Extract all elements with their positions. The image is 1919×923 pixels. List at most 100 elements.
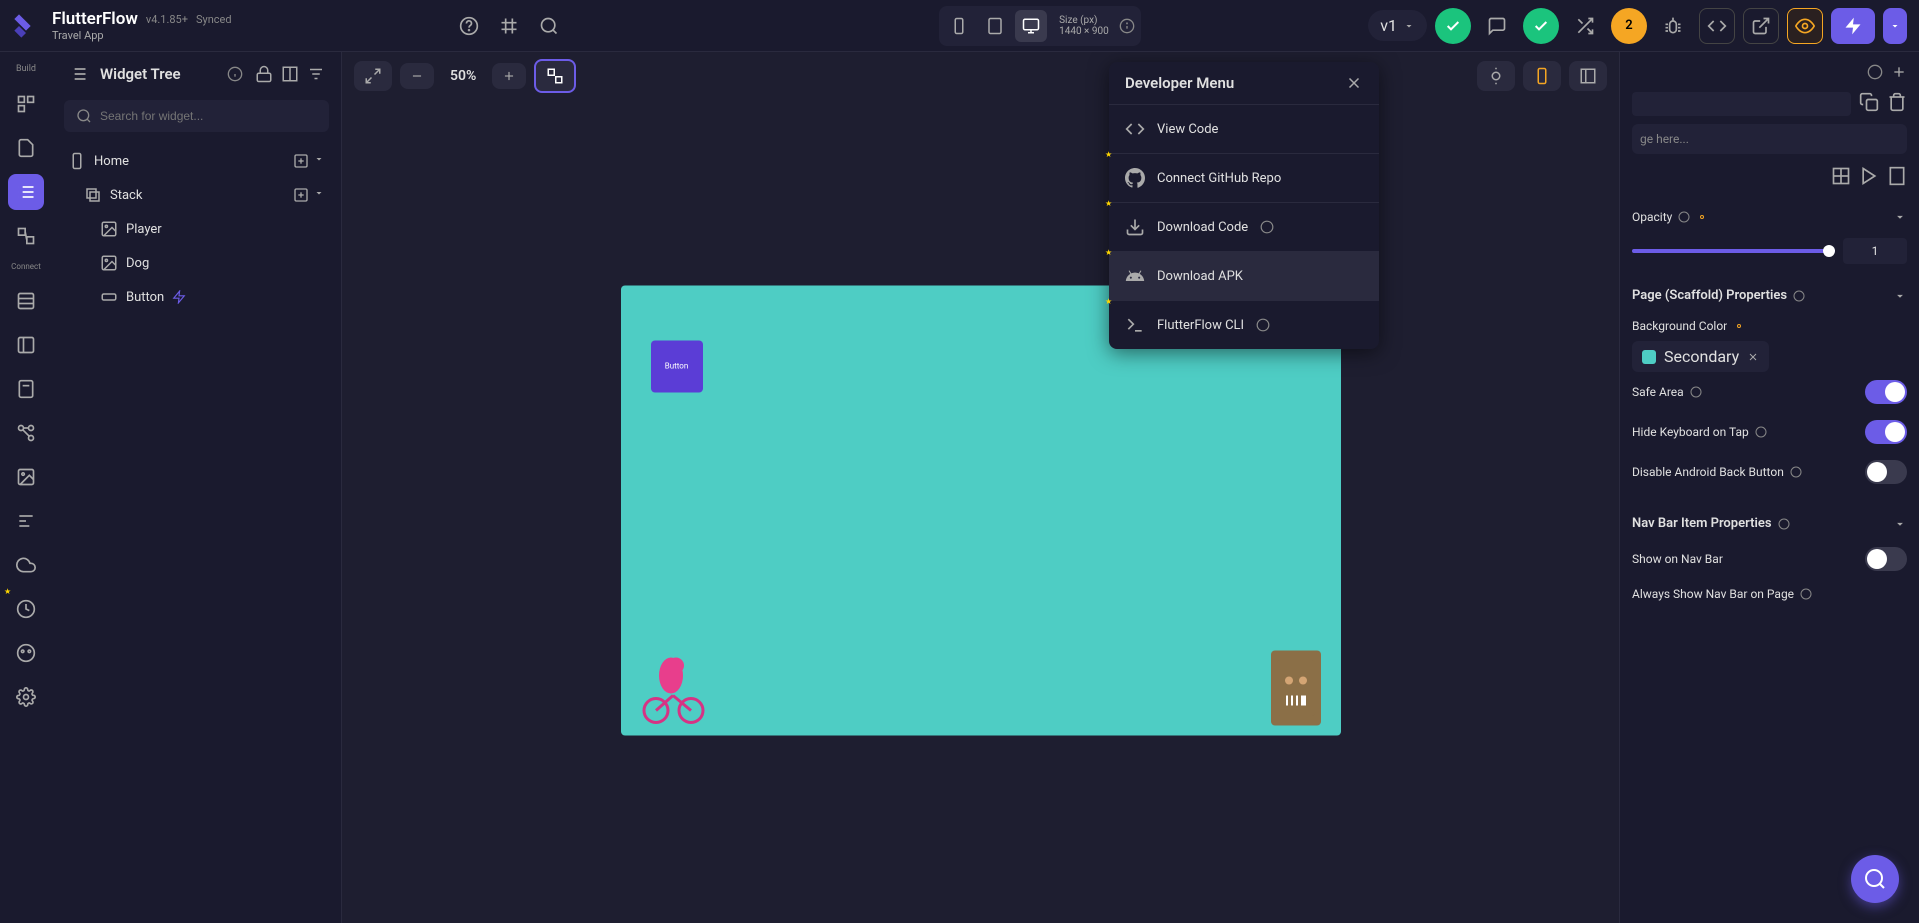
chevron-down-icon[interactable] [1893, 289, 1907, 303]
player-sprite[interactable] [631, 650, 711, 725]
keyboard-shortcuts-icon[interactable] [499, 16, 519, 36]
disable-back-toggle[interactable] [1865, 460, 1907, 484]
code-icon[interactable] [1699, 8, 1735, 44]
warnings-count: 2 [1625, 18, 1632, 33]
always-show-label: Always Show Nav Bar on Page [1632, 587, 1794, 601]
device-preview[interactable] [1523, 61, 1561, 91]
zoom-in-button[interactable] [492, 63, 526, 89]
run-button[interactable] [1831, 8, 1875, 44]
search-fab[interactable] [1851, 855, 1899, 903]
menu-download-code[interactable]: Download Code [1109, 202, 1379, 251]
page-name-field[interactable] [1632, 92, 1851, 116]
close-icon[interactable] [1747, 351, 1759, 363]
canvas-page[interactable]: Button [621, 285, 1341, 735]
settings-icon[interactable] [1696, 211, 1708, 223]
lock-icon[interactable] [255, 65, 273, 83]
document-icon[interactable] [1887, 166, 1907, 186]
disable-back-label: Disable Android Back Button [1632, 465, 1784, 479]
canvas-button-widget[interactable]: Button [651, 340, 703, 392]
rail-cloud[interactable] [8, 547, 44, 583]
mobile-device-button[interactable] [943, 10, 975, 42]
size-info-icon[interactable] [1117, 16, 1137, 36]
columns-icon[interactable] [281, 65, 299, 83]
warnings-badge[interactable]: 2 [1611, 8, 1647, 44]
info-icon[interactable] [227, 66, 243, 82]
safe-area-toggle[interactable] [1865, 380, 1907, 404]
copy-icon[interactable] [1859, 92, 1879, 112]
responsive-preview[interactable] [1569, 61, 1607, 91]
run-dropdown[interactable] [1883, 8, 1907, 44]
rail-tests[interactable] [8, 591, 44, 627]
rail-custom-code[interactable] [8, 503, 44, 539]
hide-keyboard-toggle[interactable] [1865, 420, 1907, 444]
code-icon [1125, 119, 1145, 139]
play-icon[interactable] [1859, 166, 1879, 186]
rail-api[interactable] [8, 415, 44, 451]
dog-sprite[interactable] [1271, 650, 1321, 725]
settings-icon[interactable] [1733, 320, 1745, 332]
zoom-out-button[interactable] [400, 63, 434, 89]
info-icon[interactable] [1867, 64, 1883, 80]
tree-item-stack[interactable]: Stack [52, 178, 341, 212]
help-icon[interactable] [459, 16, 479, 36]
status-check-badge-2[interactable] [1523, 8, 1559, 44]
rail-storyboard[interactable] [8, 218, 44, 254]
action-icon [172, 290, 186, 304]
button-text: Button [665, 362, 689, 371]
chevron-down-icon[interactable] [1893, 517, 1907, 531]
safe-area-label: Safe Area [1632, 385, 1684, 399]
menu-cli[interactable]: FlutterFlow CLI [1109, 300, 1379, 349]
search-input[interactable] [100, 109, 317, 123]
info-icon [1790, 466, 1802, 478]
chevron-down-icon[interactable] [313, 187, 325, 199]
tree-item-player[interactable]: Player [52, 212, 341, 246]
opacity-slider[interactable] [1632, 249, 1835, 253]
sync-status: Synced [196, 13, 232, 26]
rail-media[interactable] [8, 459, 44, 495]
add-icon[interactable] [1891, 64, 1907, 80]
rail-dashboard[interactable] [8, 86, 44, 122]
add-icon[interactable] [293, 153, 309, 169]
open-external-icon[interactable] [1743, 8, 1779, 44]
rail-datatypes[interactable] [8, 327, 44, 363]
tree-item-dog[interactable]: Dog [52, 246, 341, 280]
desktop-device-button[interactable] [1015, 10, 1047, 42]
comments-icon[interactable] [1479, 8, 1515, 44]
delete-icon[interactable] [1887, 92, 1907, 112]
grid-view-icon[interactable] [1831, 166, 1851, 186]
rail-firestore[interactable] [8, 283, 44, 319]
menu-connect-github[interactable]: Connect GitHub Repo [1109, 153, 1379, 202]
chevron-down-icon [1403, 20, 1415, 32]
preview-icon[interactable] [1787, 8, 1823, 44]
opacity-value[interactable]: 1 [1843, 238, 1907, 264]
version-dropdown[interactable]: v1 [1368, 10, 1427, 41]
image-icon [100, 254, 118, 272]
tree-item-home[interactable]: Home [52, 144, 341, 178]
light-mode-toggle[interactable] [1477, 61, 1515, 91]
close-icon[interactable] [1345, 74, 1363, 92]
optimize-icon[interactable] [1567, 8, 1603, 44]
tablet-device-button[interactable] [979, 10, 1011, 42]
multiselect-tool[interactable] [534, 59, 576, 93]
add-icon[interactable] [293, 187, 309, 203]
filter-icon[interactable] [307, 65, 325, 83]
menu-download-apk[interactable]: Download APK [1109, 251, 1379, 300]
show-navbar-label: Show on Nav Bar [1632, 552, 1723, 566]
status-check-badge[interactable] [1435, 8, 1471, 44]
rail-pages[interactable] [8, 130, 44, 166]
panel-search[interactable]: ge here... [1632, 124, 1907, 154]
menu-view-code[interactable]: View Code [1109, 104, 1379, 153]
bg-color-selector[interactable]: Secondary [1632, 341, 1769, 372]
rail-settings[interactable] [8, 679, 44, 715]
chevron-down-icon[interactable] [313, 153, 325, 165]
rail-widget-tree[interactable] [8, 174, 44, 210]
rail-theme[interactable] [8, 635, 44, 671]
select-tool[interactable] [354, 61, 392, 91]
search-icon[interactable] [539, 16, 559, 36]
tree-item-button[interactable]: Button [52, 280, 341, 314]
chevron-down-icon[interactable] [1893, 210, 1907, 224]
widget-search[interactable] [64, 100, 329, 132]
rail-appstate[interactable] [8, 371, 44, 407]
show-navbar-toggle[interactable] [1865, 547, 1907, 571]
debug-icon[interactable] [1655, 8, 1691, 44]
